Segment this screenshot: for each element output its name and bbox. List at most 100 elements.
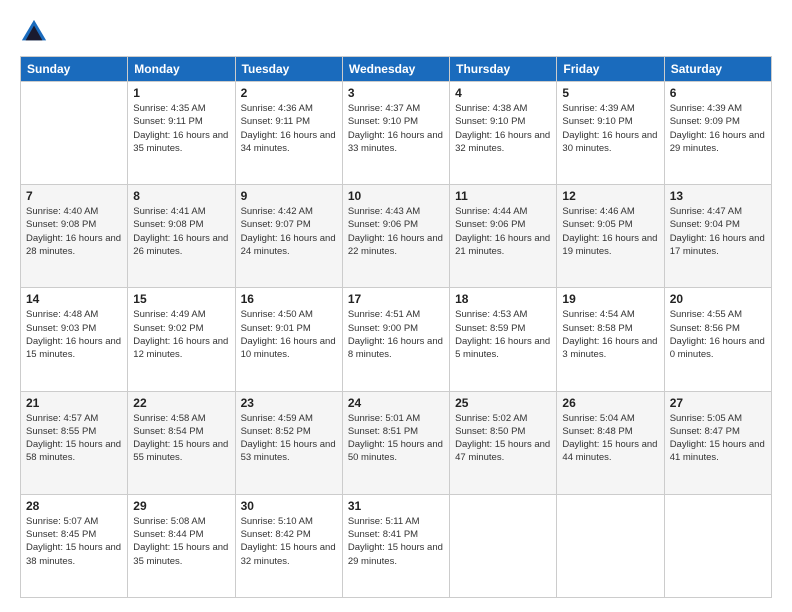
day-info: Sunrise: 4:57 AMSunset: 8:55 PMDaylight:… [26,412,122,465]
header-day: Friday [557,57,664,82]
day-info: Sunrise: 4:39 AMSunset: 9:09 PMDaylight:… [670,102,766,155]
day-info: Sunrise: 5:01 AMSunset: 8:51 PMDaylight:… [348,412,444,465]
calendar-cell: 9 Sunrise: 4:42 AMSunset: 9:07 PMDaylight… [235,185,342,288]
day-info: Sunrise: 4:43 AMSunset: 9:06 PMDaylight:… [348,205,444,258]
week-row: 21 Sunrise: 4:57 AMSunset: 8:55 PMDayligh… [21,391,772,494]
day-number: 18 [455,292,551,306]
day-info: Sunrise: 5:07 AMSunset: 8:45 PMDaylight:… [26,515,122,568]
calendar-cell [450,494,557,597]
day-info: Sunrise: 4:38 AMSunset: 9:10 PMDaylight:… [455,102,551,155]
day-number: 28 [26,499,122,513]
day-number: 7 [26,189,122,203]
calendar-cell: 17 Sunrise: 4:51 AMSunset: 9:00 PMDayligh… [342,288,449,391]
calendar-cell: 26 Sunrise: 5:04 AMSunset: 8:48 PMDayligh… [557,391,664,494]
header [20,18,772,46]
calendar-cell: 16 Sunrise: 4:50 AMSunset: 9:01 PMDayligh… [235,288,342,391]
day-number: 22 [133,396,229,410]
header-day: Monday [128,57,235,82]
day-number: 10 [348,189,444,203]
week-row: 1 Sunrise: 4:35 AMSunset: 9:11 PMDaylight… [21,82,772,185]
day-number: 1 [133,86,229,100]
calendar-cell: 28 Sunrise: 5:07 AMSunset: 8:45 PMDayligh… [21,494,128,597]
day-info: Sunrise: 5:11 AMSunset: 8:41 PMDaylight:… [348,515,444,568]
calendar-table: SundayMondayTuesdayWednesdayThursdayFrid… [20,56,772,598]
day-number: 5 [562,86,658,100]
calendar-cell: 3Sunrise: 4:37 AMSunset: 9:10 PMDaylight… [342,82,449,185]
day-info: Sunrise: 4:40 AMSunset: 9:08 PMDaylight:… [26,205,122,258]
calendar-cell: 24Sunrise: 5:01 AMSunset: 8:51 PMDayligh… [342,391,449,494]
week-row: 7 Sunrise: 4:40 AMSunset: 9:08 PMDaylight… [21,185,772,288]
day-info: Sunrise: 4:47 AMSunset: 9:04 PMDaylight:… [670,205,766,258]
day-number: 14 [26,292,122,306]
day-info: Sunrise: 5:02 AMSunset: 8:50 PMDaylight:… [455,412,551,465]
calendar-cell: 7 Sunrise: 4:40 AMSunset: 9:08 PMDaylight… [21,185,128,288]
page: SundayMondayTuesdayWednesdayThursdayFrid… [0,0,792,612]
calendar-cell: 22 Sunrise: 4:58 AMSunset: 8:54 PMDayligh… [128,391,235,494]
day-number: 4 [455,86,551,100]
header-day: Tuesday [235,57,342,82]
calendar-cell: 8 Sunrise: 4:41 AMSunset: 9:08 PMDaylight… [128,185,235,288]
day-number: 17 [348,292,444,306]
calendar-cell: 20 Sunrise: 4:55 AMSunset: 8:56 PMDayligh… [664,288,771,391]
calendar-cell: 15Sunrise: 4:49 AMSunset: 9:02 PMDayligh… [128,288,235,391]
day-number: 15 [133,292,229,306]
day-number: 12 [562,189,658,203]
day-info: Sunrise: 4:41 AMSunset: 9:08 PMDaylight:… [133,205,229,258]
calendar-cell: 11Sunrise: 4:44 AMSunset: 9:06 PMDayligh… [450,185,557,288]
day-number: 21 [26,396,122,410]
day-number: 31 [348,499,444,513]
calendar-cell: 29Sunrise: 5:08 AMSunset: 8:44 PMDayligh… [128,494,235,597]
calendar-cell [21,82,128,185]
calendar-cell: 27Sunrise: 5:05 AMSunset: 8:47 PMDayligh… [664,391,771,494]
header-day: Sunday [21,57,128,82]
logo [20,18,52,46]
calendar-cell: 10 Sunrise: 4:43 AMSunset: 9:06 PMDayligh… [342,185,449,288]
day-info: Sunrise: 4:37 AMSunset: 9:10 PMDaylight:… [348,102,444,155]
day-number: 16 [241,292,337,306]
day-info: Sunrise: 5:05 AMSunset: 8:47 PMDaylight:… [670,412,766,465]
header-day: Wednesday [342,57,449,82]
calendar-cell: 14 Sunrise: 4:48 AMSunset: 9:03 PMDayligh… [21,288,128,391]
calendar-cell: 23 Sunrise: 4:59 AMSunset: 8:52 PMDayligh… [235,391,342,494]
week-row: 28 Sunrise: 5:07 AMSunset: 8:45 PMDayligh… [21,494,772,597]
calendar-cell: 5Sunrise: 4:39 AMSunset: 9:10 PMDaylight… [557,82,664,185]
day-info: Sunrise: 4:35 AMSunset: 9:11 PMDaylight:… [133,102,229,155]
calendar-cell [557,494,664,597]
header-day: Thursday [450,57,557,82]
day-info: Sunrise: 5:04 AMSunset: 8:48 PMDaylight:… [562,412,658,465]
day-number: 20 [670,292,766,306]
calendar-cell: 31 Sunrise: 5:11 AMSunset: 8:41 PMDayligh… [342,494,449,597]
day-number: 9 [241,189,337,203]
logo-icon [20,18,48,46]
day-number: 30 [241,499,337,513]
calendar-cell: 18 Sunrise: 4:53 AMSunset: 8:59 PMDayligh… [450,288,557,391]
day-info: Sunrise: 4:46 AMSunset: 9:05 PMDaylight:… [562,205,658,258]
day-info: Sunrise: 4:59 AMSunset: 8:52 PMDaylight:… [241,412,337,465]
day-number: 6 [670,86,766,100]
day-number: 23 [241,396,337,410]
day-number: 19 [562,292,658,306]
day-info: Sunrise: 4:50 AMSunset: 9:01 PMDaylight:… [241,308,337,361]
day-info: Sunrise: 4:54 AMSunset: 8:58 PMDaylight:… [562,308,658,361]
day-info: Sunrise: 5:10 AMSunset: 8:42 PMDaylight:… [241,515,337,568]
day-info: Sunrise: 4:48 AMSunset: 9:03 PMDaylight:… [26,308,122,361]
day-number: 29 [133,499,229,513]
day-info: Sunrise: 4:36 AMSunset: 9:11 PMDaylight:… [241,102,337,155]
day-number: 8 [133,189,229,203]
calendar-cell: 1 Sunrise: 4:35 AMSunset: 9:11 PMDaylight… [128,82,235,185]
day-info: Sunrise: 4:51 AMSunset: 9:00 PMDaylight:… [348,308,444,361]
day-number: 2 [241,86,337,100]
calendar-cell: 19 Sunrise: 4:54 AMSunset: 8:58 PMDayligh… [557,288,664,391]
day-info: Sunrise: 4:44 AMSunset: 9:06 PMDaylight:… [455,205,551,258]
day-info: Sunrise: 4:55 AMSunset: 8:56 PMDaylight:… [670,308,766,361]
calendar-cell: 21 Sunrise: 4:57 AMSunset: 8:55 PMDayligh… [21,391,128,494]
calendar-cell: 2 Sunrise: 4:36 AMSunset: 9:11 PMDaylight… [235,82,342,185]
day-info: Sunrise: 4:42 AMSunset: 9:07 PMDaylight:… [241,205,337,258]
calendar-cell: 6 Sunrise: 4:39 AMSunset: 9:09 PMDaylight… [664,82,771,185]
day-info: Sunrise: 4:53 AMSunset: 8:59 PMDaylight:… [455,308,551,361]
calendar-cell: 12 Sunrise: 4:46 AMSunset: 9:05 PMDayligh… [557,185,664,288]
day-info: Sunrise: 4:58 AMSunset: 8:54 PMDaylight:… [133,412,229,465]
header-row: SundayMondayTuesdayWednesdayThursdayFrid… [21,57,772,82]
calendar-cell: 25Sunrise: 5:02 AMSunset: 8:50 PMDayligh… [450,391,557,494]
day-number: 26 [562,396,658,410]
